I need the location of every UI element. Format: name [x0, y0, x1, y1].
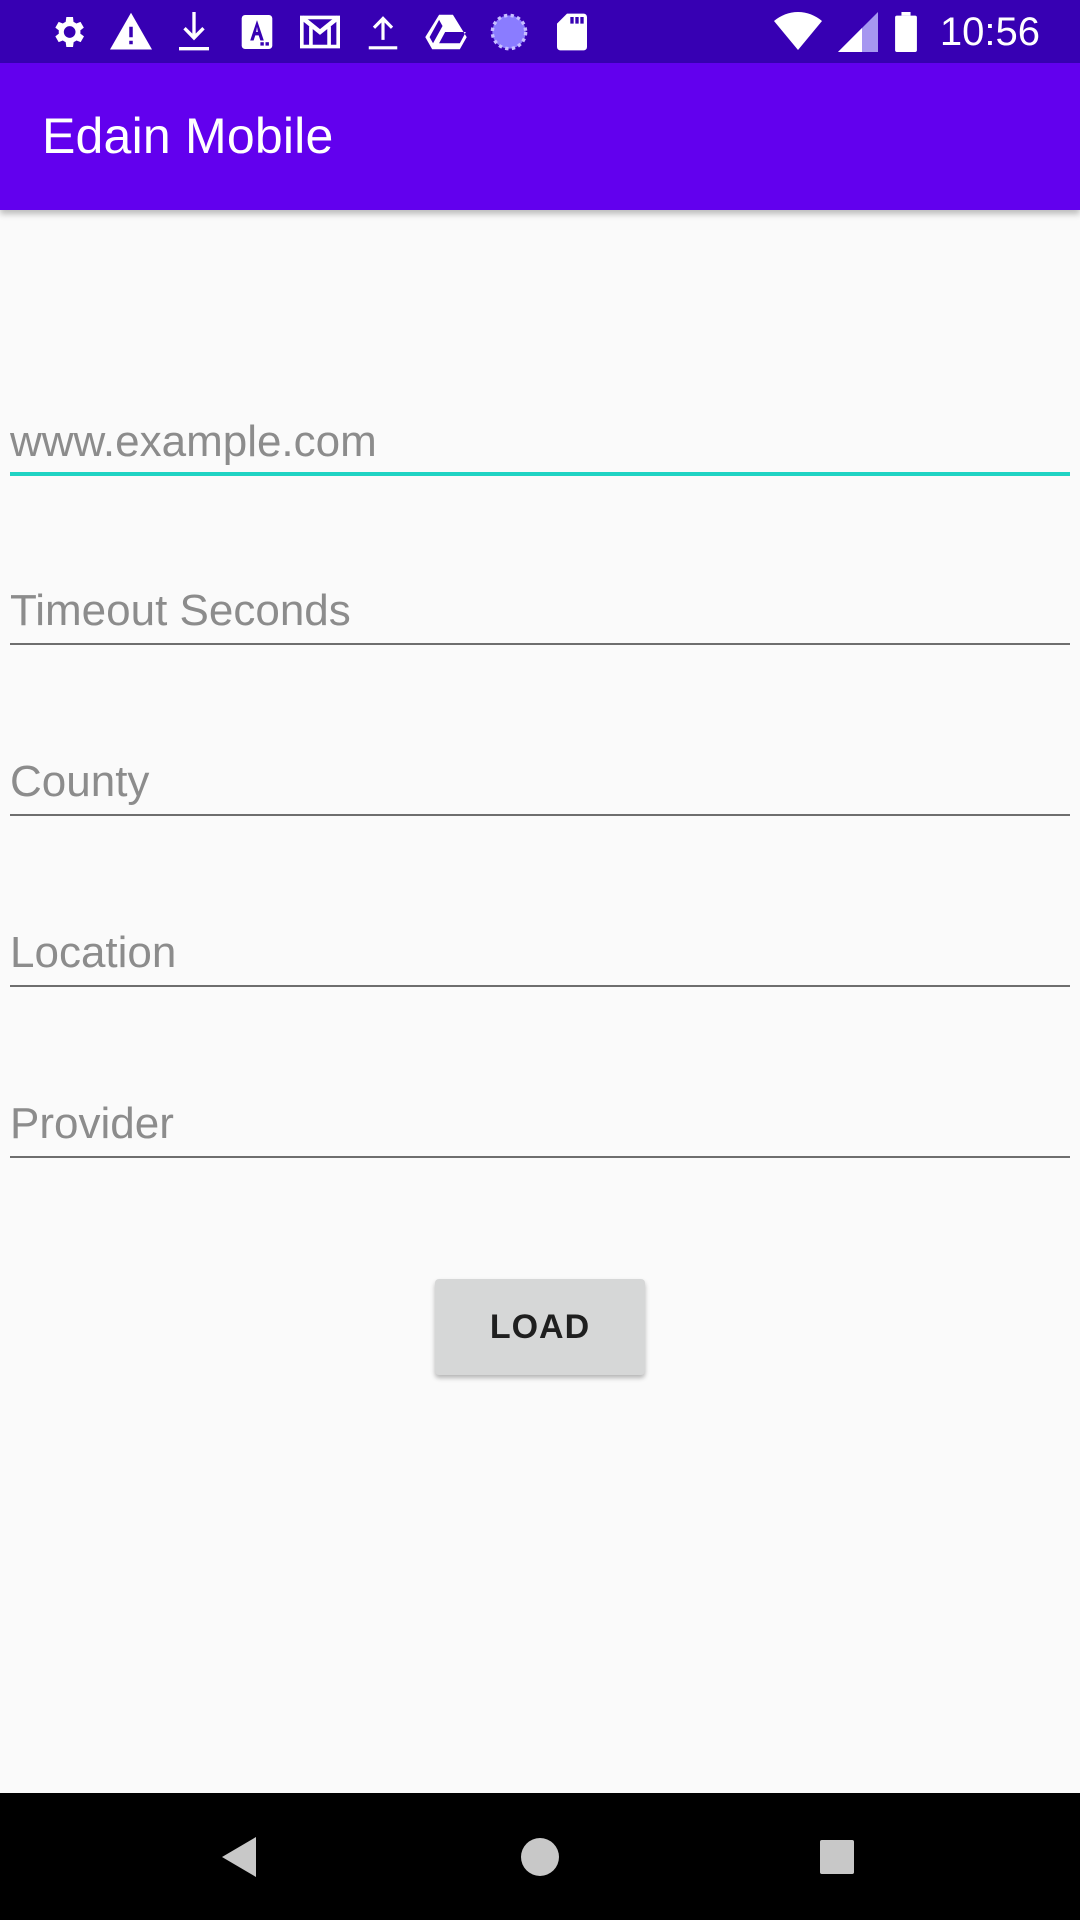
location-input[interactable]: [10, 923, 1070, 983]
timeout-seconds-input[interactable]: [10, 581, 1070, 641]
provider-field[interactable]: [10, 1094, 1070, 1158]
upload-icon: [361, 10, 405, 54]
timeout-field-underline: [10, 643, 1070, 645]
url-field-underline: [10, 472, 1070, 476]
status-bar: 10:56: [0, 0, 1080, 63]
app-screen: 10:56 Edain Mobile LOAD: [0, 0, 1080, 1920]
timeout-field[interactable]: [10, 581, 1070, 645]
recents-icon[interactable]: [805, 1825, 869, 1889]
notification-icons: [46, 10, 613, 54]
clock: 10:56: [939, 9, 1040, 54]
app-title: Edain Mobile: [42, 108, 334, 164]
sd-card-icon: [550, 10, 594, 54]
url-field[interactable]: [10, 412, 1070, 476]
cell-signal-icon: [837, 12, 878, 52]
sync-circle-icon: [487, 10, 531, 54]
navigation-bar: [0, 1793, 1080, 1920]
location-field-underline: [10, 985, 1070, 987]
download-icon: [172, 10, 216, 54]
wifi-icon: [773, 12, 822, 52]
provider-field-underline: [10, 1156, 1070, 1158]
location-field[interactable]: [10, 923, 1070, 987]
url-input[interactable]: [10, 412, 1070, 472]
drive-icon: [424, 10, 468, 54]
gear-icon: [46, 10, 90, 54]
font-a-icon: [235, 10, 279, 54]
battery-icon: [894, 12, 918, 52]
provider-input[interactable]: [10, 1094, 1070, 1154]
system-status: 10:56: [758, 8, 1040, 56]
county-input[interactable]: [10, 752, 1070, 812]
warning-icon: [109, 10, 153, 54]
home-icon[interactable]: [508, 1825, 572, 1889]
county-field-underline: [10, 814, 1070, 816]
back-icon[interactable]: [208, 1825, 272, 1889]
load-button[interactable]: LOAD: [435, 1279, 645, 1375]
gmail-icon: [298, 10, 342, 54]
county-field[interactable]: [10, 752, 1070, 816]
app-bar: Edain Mobile: [0, 63, 1080, 210]
